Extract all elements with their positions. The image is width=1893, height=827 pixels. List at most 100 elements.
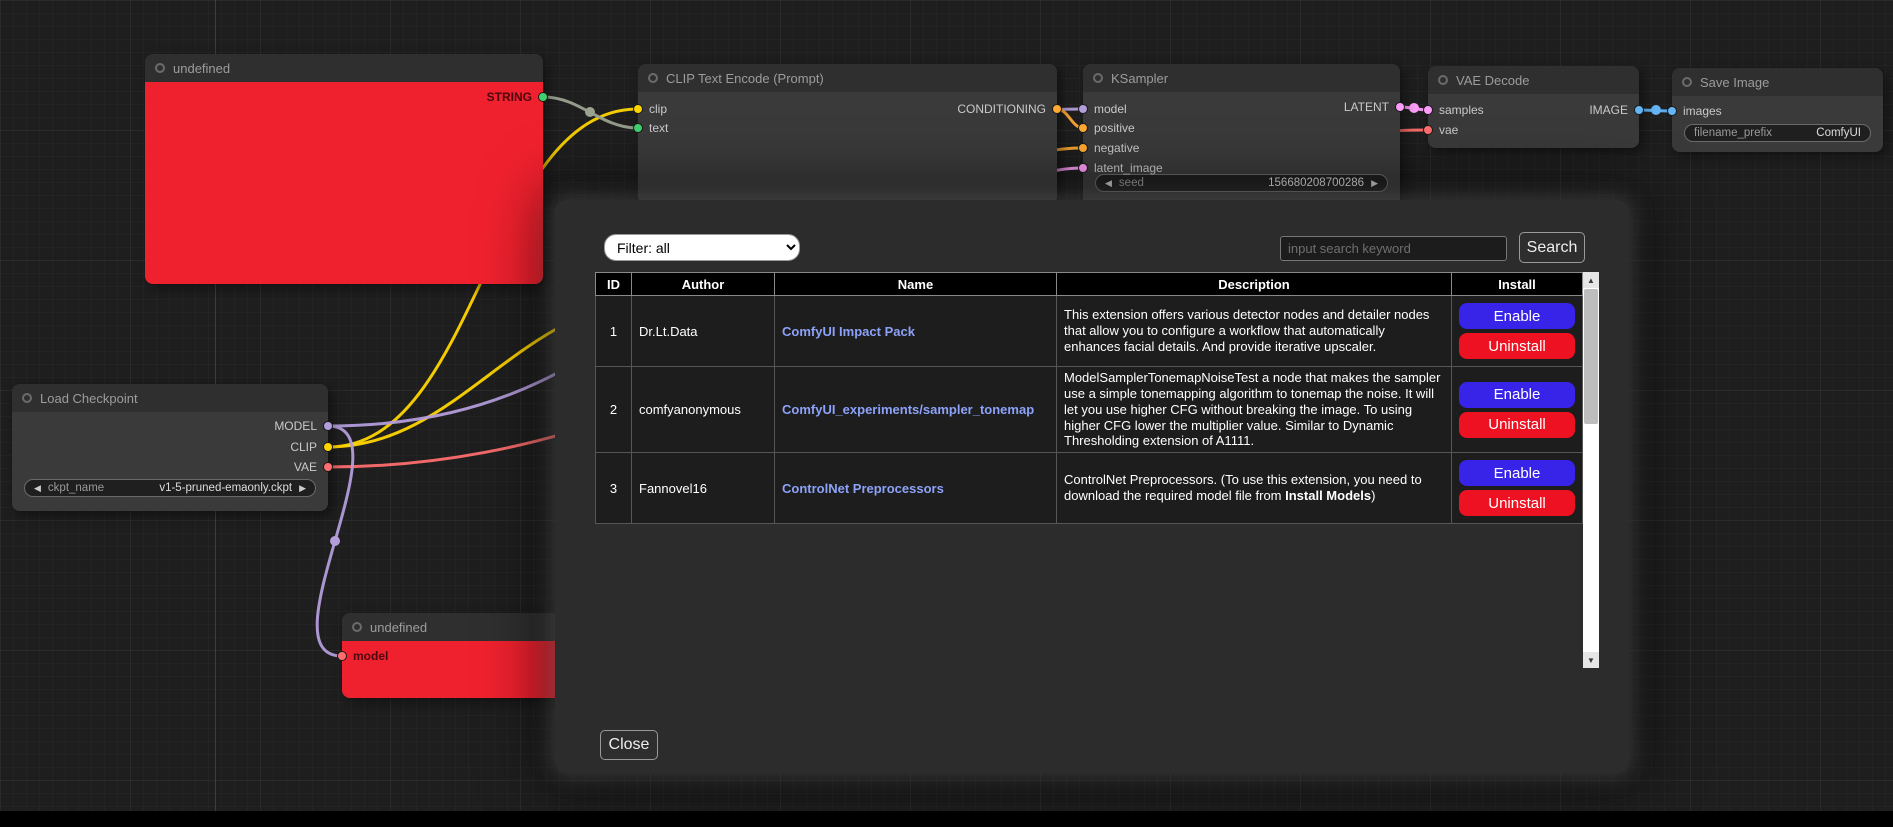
output-port-vae[interactable]: VAE: [294, 460, 333, 474]
node-collapse-dot-icon[interactable]: [22, 393, 32, 403]
input-port-images[interactable]: images: [1667, 104, 1722, 118]
string-port-dot-icon[interactable]: [633, 123, 643, 133]
port-label: positive: [1094, 121, 1135, 135]
header-install: Install: [1452, 273, 1583, 296]
output-port-image[interactable]: IMAGE: [1589, 103, 1644, 117]
node-save-image[interactable]: Save Image images filename_prefix ComfyU…: [1672, 68, 1883, 152]
output-port-string[interactable]: STRING: [487, 90, 548, 104]
enable-button[interactable]: Enable: [1459, 303, 1575, 329]
input-port-vae[interactable]: vae: [1423, 123, 1458, 137]
filename-prefix-widget[interactable]: filename_prefix ComfyUI: [1684, 124, 1871, 142]
uninstall-button[interactable]: Uninstall: [1459, 490, 1575, 516]
model-port-dot-icon[interactable]: [337, 651, 347, 661]
cell-id: 2: [596, 367, 632, 453]
node-title-bar[interactable]: VAE Decode: [1428, 66, 1639, 94]
image-port-dot-icon[interactable]: [1667, 106, 1677, 116]
search-input[interactable]: [1280, 236, 1507, 261]
input-port-latent-image[interactable]: latent_image: [1078, 161, 1163, 175]
input-port-negative[interactable]: negative: [1078, 141, 1139, 155]
header-description: Description: [1057, 273, 1452, 296]
port-label: STRING: [487, 90, 532, 104]
output-port-model[interactable]: MODEL: [274, 419, 333, 433]
cell-install: Enable Uninstall: [1452, 296, 1583, 367]
scrollbar-thumb[interactable]: [1584, 289, 1598, 424]
extension-link[interactable]: ComfyUI Impact Pack: [782, 324, 915, 339]
node-collapse-dot-icon[interactable]: [1093, 73, 1103, 83]
node-collapse-dot-icon[interactable]: [352, 622, 362, 632]
enable-button[interactable]: Enable: [1459, 460, 1575, 486]
increment-arrow-icon[interactable]: ▶: [1371, 178, 1378, 189]
string-port-dot-icon[interactable]: [538, 92, 548, 102]
input-port-model[interactable]: model: [337, 649, 388, 663]
scroll-up-icon[interactable]: ▲: [1583, 272, 1599, 288]
header-name: Name: [775, 273, 1057, 296]
link-dot-model: [330, 536, 340, 546]
node-ksampler[interactable]: KSampler model positive negative latent_…: [1083, 64, 1400, 214]
node-title-bar[interactable]: Load Checkpoint: [12, 384, 328, 412]
seed-widget[interactable]: ◀ seed 156680208700286 ▶: [1095, 174, 1388, 192]
extension-link[interactable]: ControlNet Preprocessors: [782, 481, 944, 496]
node-vae-decode[interactable]: VAE Decode samples vae IMAGE: [1428, 66, 1639, 148]
port-label: images: [1683, 104, 1722, 118]
decrement-arrow-icon[interactable]: ◀: [34, 483, 41, 494]
widget-value: v1-5-pruned-emaonly.ckpt: [159, 482, 292, 494]
node-collapse-dot-icon[interactable]: [1438, 75, 1448, 85]
table-scrollbar[interactable]: ▲ ▼: [1583, 272, 1599, 668]
vae-port-dot-icon[interactable]: [323, 462, 333, 472]
filter-select[interactable]: Filter: all: [604, 234, 800, 261]
extensions-table: ID Author Name Description Install 1 Dr.…: [595, 272, 1583, 524]
conditioning-port-dot-icon[interactable]: [1052, 104, 1062, 114]
conditioning-port-dot-icon[interactable]: [1078, 143, 1088, 153]
node-clip-text-encode[interactable]: CLIP Text Encode (Prompt) clip text COND…: [638, 64, 1057, 204]
node-undefined-top[interactable]: undefined STRING: [145, 54, 543, 284]
vae-port-dot-icon[interactable]: [1423, 125, 1433, 135]
output-port-clip[interactable]: CLIP: [290, 440, 333, 454]
node-title-bar[interactable]: Save Image: [1672, 68, 1883, 96]
node-title-bar[interactable]: KSampler: [1083, 64, 1400, 92]
decrement-arrow-icon[interactable]: ◀: [1105, 178, 1112, 189]
header-author: Author: [632, 273, 775, 296]
node-title: undefined: [173, 61, 230, 76]
port-label: text: [649, 121, 668, 135]
ckpt-name-widget[interactable]: ◀ ckpt_name v1-5-pruned-emaonly.ckpt ▶: [24, 479, 316, 497]
uninstall-button[interactable]: Uninstall: [1459, 333, 1575, 359]
increment-arrow-icon[interactable]: ▶: [299, 483, 306, 494]
model-port-dot-icon[interactable]: [323, 421, 333, 431]
node-collapse-dot-icon[interactable]: [648, 73, 658, 83]
output-port-latent[interactable]: LATENT: [1344, 100, 1405, 114]
model-port-dot-icon[interactable]: [1078, 104, 1088, 114]
cell-description: ModelSamplerTonemapNoiseTest a node that…: [1057, 367, 1452, 453]
node-load-checkpoint[interactable]: Load Checkpoint MODEL CLIP VAE ◀ ckpt_na…: [12, 384, 328, 511]
header-id: ID: [596, 273, 632, 296]
latent-port-dot-icon[interactable]: [1078, 163, 1088, 173]
image-port-dot-icon[interactable]: [1634, 105, 1644, 115]
latent-port-dot-icon[interactable]: [1395, 102, 1405, 112]
node-title: KSampler: [1111, 71, 1168, 86]
input-port-positive[interactable]: positive: [1078, 121, 1135, 135]
clip-port-dot-icon[interactable]: [323, 442, 333, 452]
node-collapse-dot-icon[interactable]: [1682, 77, 1692, 87]
port-label: vae: [1439, 123, 1458, 137]
search-button[interactable]: Search: [1519, 232, 1585, 263]
node-title-bar[interactable]: CLIP Text Encode (Prompt): [638, 64, 1057, 92]
cell-id: 1: [596, 296, 632, 367]
input-port-samples[interactable]: samples: [1423, 103, 1484, 117]
close-button[interactable]: Close: [600, 730, 658, 760]
node-title: Save Image: [1700, 75, 1769, 90]
enable-button[interactable]: Enable: [1459, 382, 1575, 408]
input-port-text[interactable]: text: [633, 121, 668, 135]
scroll-down-icon[interactable]: ▼: [1583, 652, 1599, 668]
conditioning-port-dot-icon[interactable]: [1078, 123, 1088, 133]
node-title-bar[interactable]: undefined: [145, 54, 543, 82]
extension-link[interactable]: ComfyUI_experiments/sampler_tonemap: [782, 402, 1034, 417]
node-collapse-dot-icon[interactable]: [155, 63, 165, 73]
latent-port-dot-icon[interactable]: [1423, 105, 1433, 115]
clip-port-dot-icon[interactable]: [633, 104, 643, 114]
cell-description: This extension offers various detector n…: [1057, 296, 1452, 367]
input-port-model[interactable]: model: [1078, 102, 1127, 116]
comfyui-canvas[interactable]: undefined STRING CLIP Text Encode (Promp…: [0, 0, 1893, 827]
input-port-clip[interactable]: clip: [633, 102, 667, 116]
uninstall-button[interactable]: Uninstall: [1459, 412, 1575, 438]
output-port-conditioning[interactable]: CONDITIONING: [957, 102, 1062, 116]
widget-label: seed: [1119, 177, 1144, 189]
